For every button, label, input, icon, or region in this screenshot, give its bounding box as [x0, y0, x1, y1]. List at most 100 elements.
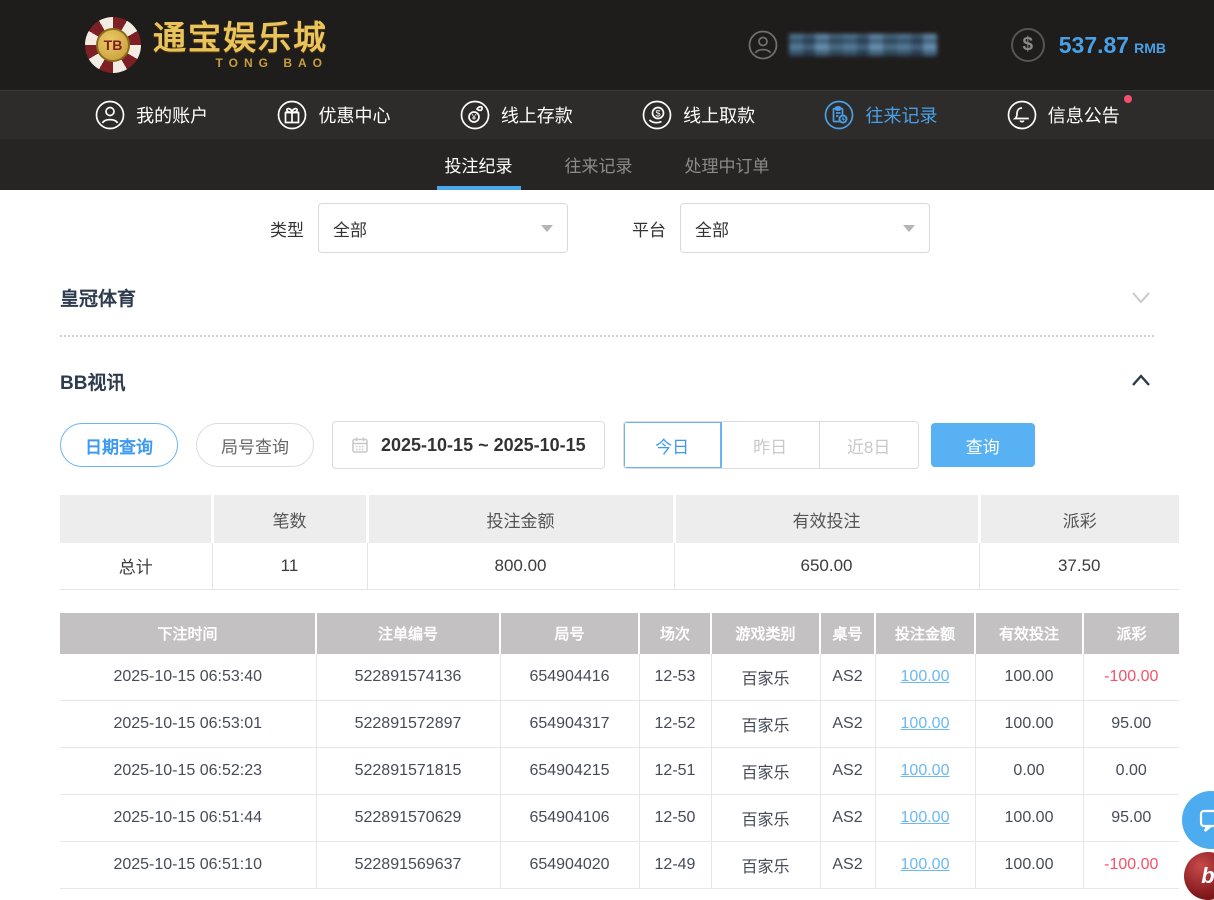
col-header-bet-time: 下注时间	[60, 613, 316, 654]
yesterday-button[interactable]: 昨日	[722, 422, 820, 468]
summary-total-row: 总计 11 800.00 650.00 37.50	[60, 543, 1179, 589]
cell-game-type: 百家乐	[711, 795, 820, 842]
today-button[interactable]: 今日	[624, 422, 722, 468]
brand-subtitle: TONG BAO	[216, 56, 328, 70]
cell-table-no: AS2	[820, 795, 875, 842]
nav-item-announcements[interactable]: 信息公告	[1006, 99, 1120, 131]
chip-logo-icon: TB	[85, 17, 141, 73]
nav-label: 信息公告	[1048, 102, 1120, 128]
user-icon	[94, 99, 126, 131]
cell-game-type: 百家乐	[711, 748, 820, 795]
cell-session: 12-49	[639, 842, 711, 889]
bell-icon	[1006, 99, 1038, 131]
cell-order-id: 522891574136	[316, 654, 500, 701]
cell-order-id: 522891571815	[316, 748, 500, 795]
col-header-game-type: 游戏类别	[711, 613, 820, 654]
col-header-round-id: 局号	[500, 613, 639, 654]
subtab-bar: 投注纪录 往来记录 处理中订单	[0, 139, 1214, 190]
nav-item-deposit[interactable]: ¥ 线上存款	[459, 99, 573, 131]
chip-text: TB	[96, 28, 130, 62]
date-query-button[interactable]: 日期查询	[60, 423, 178, 467]
bet-table-body: 2025-10-15 06:53:40522891574136654904416…	[60, 654, 1179, 889]
user-chunk[interactable]	[747, 29, 937, 61]
username-blurred	[789, 34, 937, 56]
cell-bet-time: 2025-10-15 06:52:23	[60, 748, 316, 795]
cell-bet-amount: 100.00	[875, 701, 975, 748]
type-filter-label: 类型	[270, 216, 304, 241]
chevron-down-icon	[541, 225, 553, 232]
table-row: 2025-10-15 06:52:23522891571815654904215…	[60, 748, 1179, 795]
cell-payout: 95.00	[1083, 795, 1179, 842]
date-range-input[interactable]: 2025-10-15 ~ 2025-10-15	[332, 421, 605, 469]
top-header: TB 通宝娱乐城 TONG BAO $ 537.87RMB	[0, 0, 1214, 90]
cell-session: 12-53	[639, 654, 711, 701]
nav-item-my-account[interactable]: 我的账户	[94, 99, 208, 131]
query-controls: 日期查询 局号查询 2025-10-15 ~ 2025-10-15 今日 昨日 …	[60, 421, 1154, 469]
bet-amount-link[interactable]: 100.00	[901, 668, 950, 685]
section-crown-sports[interactable]: 皇冠体育	[60, 275, 1154, 319]
bet-amount-link[interactable]: 100.00	[901, 762, 950, 779]
round-query-button[interactable]: 局号查询	[196, 423, 314, 467]
summary-header-row: 笔数 投注金额 有效投注 派彩	[60, 495, 1179, 543]
platform-select-value: 全部	[695, 216, 729, 241]
section-title-bb-video: BB视讯	[60, 368, 125, 395]
cell-payout: 0.00	[1083, 748, 1179, 795]
bet-amount-link[interactable]: 100.00	[901, 856, 950, 873]
header-right: $ 537.87RMB	[747, 28, 1166, 62]
nav-label: 往来记录	[865, 102, 937, 128]
bet-amount-link[interactable]: 100.00	[901, 715, 950, 732]
brand-logo[interactable]: TB 通宝娱乐城 TONG BAO	[85, 17, 328, 73]
section-bb-video[interactable]: BB视讯	[60, 359, 1154, 403]
main-content: 类型 全部 平台 全部 皇冠体育 BB视讯 日期查询 局号查询	[0, 203, 1214, 889]
cell-table-no: AS2	[820, 842, 875, 889]
summary-count: 11	[212, 543, 367, 589]
table-row: 2025-10-15 06:51:44522891570629654904106…	[60, 795, 1179, 842]
nav-item-withdraw[interactable]: $ 线上取款	[641, 99, 755, 131]
balance: 537.87RMB	[1059, 32, 1166, 59]
cell-valid-bet: 100.00	[975, 701, 1083, 748]
nav-item-records[interactable]: 往来记录	[823, 99, 937, 131]
gift-icon	[276, 99, 308, 131]
nav-item-promotions[interactable]: 优惠中心	[276, 99, 390, 131]
cell-payout: -100.00	[1083, 654, 1179, 701]
cell-round-id: 654904215	[500, 748, 639, 795]
cell-bet-time: 2025-10-15 06:51:10	[60, 842, 316, 889]
bet-amount-link[interactable]: 100.00	[901, 809, 950, 826]
cell-order-id: 522891570629	[316, 795, 500, 842]
section-divider	[60, 335, 1154, 337]
cell-session: 12-51	[639, 748, 711, 795]
tab-pending-orders[interactable]: 处理中订单	[681, 139, 774, 190]
filter-row: 类型 全部 平台 全部	[270, 203, 1154, 253]
summary-header-bet-amount: 投注金额	[367, 495, 674, 543]
cell-bet-amount: 100.00	[875, 842, 975, 889]
col-header-table-no: 桌号	[820, 613, 875, 654]
bet-records-table: 下注时间 注单编号 局号 场次 游戏类别 桌号 投注金额 有效投注 派彩 202…	[60, 613, 1179, 890]
cell-payout: -100.00	[1083, 842, 1179, 889]
summary-header-blank	[60, 495, 212, 543]
cell-table-no: AS2	[820, 748, 875, 795]
bet-table-header-row: 下注时间 注单编号 局号 场次 游戏类别 桌号 投注金额 有效投注 派彩	[60, 613, 1179, 654]
chevron-down-icon	[903, 225, 915, 232]
cell-valid-bet: 100.00	[975, 654, 1083, 701]
last-8-days-button[interactable]: 近8日	[820, 422, 918, 468]
cell-session: 12-52	[639, 701, 711, 748]
main-nav: 我的账户 优惠中心 ¥ 线上存款 $	[0, 90, 1214, 139]
balance-amount: 537.87	[1059, 32, 1129, 58]
summary-payout: 37.50	[979, 543, 1179, 589]
chat-icon	[1201, 811, 1214, 826]
nav-label: 线上取款	[683, 102, 755, 128]
cell-round-id: 654904317	[500, 701, 639, 748]
search-button[interactable]: 查询	[931, 423, 1035, 467]
cell-valid-bet: 0.00	[975, 748, 1083, 795]
chevron-down-icon[interactable]	[1128, 284, 1154, 310]
platform-select[interactable]: 全部	[680, 203, 930, 253]
type-select[interactable]: 全部	[318, 203, 568, 253]
cell-game-type: 百家乐	[711, 842, 820, 889]
cell-valid-bet: 100.00	[975, 795, 1083, 842]
tab-transaction-records[interactable]: 往来记录	[561, 139, 637, 190]
records-icon	[823, 99, 855, 131]
brand-name: 通宝娱乐城	[153, 21, 328, 54]
tab-bet-records[interactable]: 投注纪录	[441, 139, 517, 190]
chevron-up-icon[interactable]	[1128, 368, 1154, 394]
cell-bet-time: 2025-10-15 06:53:01	[60, 701, 316, 748]
